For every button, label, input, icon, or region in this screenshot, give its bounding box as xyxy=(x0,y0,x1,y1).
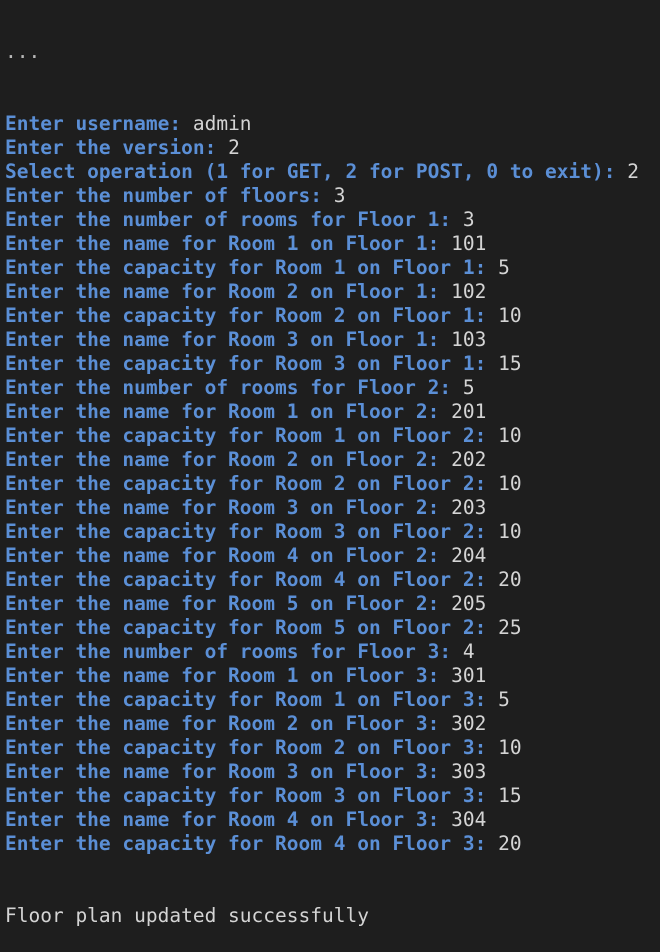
prompt-text: Enter username: xyxy=(5,112,193,135)
prompt-text: Enter the name for Room 3 on Floor 1: xyxy=(5,328,452,351)
prompt-text: Enter the name for Room 2 on Floor 2: xyxy=(5,448,452,471)
input-value: 10 xyxy=(498,520,522,543)
terminal-line: Enter the capacity for Room 3 on Floor 1… xyxy=(0,352,660,376)
terminal-lines: Enter username: admin Enter the version: … xyxy=(0,112,660,856)
prompt-text: Enter the name for Room 3 on Floor 2: xyxy=(5,496,452,519)
terminal-line: Enter the capacity for Room 2 on Floor 2… xyxy=(0,472,660,496)
input-value: 102 xyxy=(451,280,487,303)
prompt-text: Enter the capacity for Room 4 on Floor 2… xyxy=(5,568,499,591)
terminal-line: Enter the name for Room 3 on Floor 2: 20… xyxy=(0,496,660,520)
terminal-line: Enter the name for Room 1 on Floor 3: 30… xyxy=(0,664,660,688)
prompt-text: Enter the name for Room 2 on Floor 3: xyxy=(5,712,452,735)
prompt-text: Enter the capacity for Room 2 on Floor 2… xyxy=(5,472,499,495)
terminal-line: Enter the capacity for Room 1 on Floor 1… xyxy=(0,256,660,280)
terminal-line: Enter the name for Room 1 on Floor 1: 10… xyxy=(0,232,660,256)
terminal-line: Enter the number of rooms for Floor 3: 4 xyxy=(0,640,660,664)
input-value: 103 xyxy=(451,328,487,351)
terminal-line: Enter the name for Room 2 on Floor 1: 10… xyxy=(0,280,660,304)
input-value: 3 xyxy=(333,184,346,207)
prompt-text: Enter the capacity for Room 2 on Floor 1… xyxy=(5,304,499,327)
prompt-text: Enter the capacity for Room 2 on Floor 3… xyxy=(5,736,499,759)
terminal-line: Enter the number of floors: 3 xyxy=(0,184,660,208)
input-value: 5 xyxy=(462,376,475,399)
terminal-line: Enter the capacity for Room 4 on Floor 3… xyxy=(0,832,660,856)
prompt-text: Enter the name for Room 1 on Floor 1: xyxy=(5,232,452,255)
prompt-text: Enter the name for Room 5 on Floor 2: xyxy=(5,592,452,615)
prompt-text: Enter the number of rooms for Floor 1: xyxy=(5,208,463,231)
input-value: 5 xyxy=(498,688,510,711)
input-value: 10 xyxy=(498,472,522,495)
input-value: 2 xyxy=(627,160,639,183)
terminal-line: Enter the name for Room 4 on Floor 2: 20… xyxy=(0,544,660,568)
input-value: 20 xyxy=(498,832,522,855)
terminal-line: Enter the name for Room 5 on Floor 2: 20… xyxy=(0,592,660,616)
clipped-top-line: ... xyxy=(0,40,660,64)
terminal-line: Enter the capacity for Room 3 on Floor 2… xyxy=(0,520,660,544)
terminal-line: Enter the name for Room 1 on Floor 2: 20… xyxy=(0,400,660,424)
input-value: 15 xyxy=(498,784,522,807)
terminal-line: Enter the capacity for Room 2 on Floor 1… xyxy=(0,304,660,328)
input-value: 2 xyxy=(228,136,240,159)
prompt-text: Enter the name for Room 1 on Floor 3: xyxy=(5,664,452,687)
prompt-text: Enter the name for Room 3 on Floor 3: xyxy=(5,760,452,783)
terminal-line: Enter the capacity for Room 3 on Floor 3… xyxy=(0,784,660,808)
input-value: admin xyxy=(192,112,252,135)
input-value: 302 xyxy=(451,712,487,735)
prompt-text: Enter the name for Room 4 on Floor 2: xyxy=(5,544,452,567)
input-value: 201 xyxy=(451,400,487,423)
prompt-text: Enter the capacity for Room 1 on Floor 3… xyxy=(5,688,499,711)
prompt-text: Enter the capacity for Room 4 on Floor 3… xyxy=(5,832,499,855)
input-value: 203 xyxy=(451,496,487,519)
prompt-text: Enter the capacity for Room 5 on Floor 2… xyxy=(5,616,499,639)
prompt-text: Enter the name for Room 4 on Floor 3: xyxy=(5,808,452,831)
input-value: 10 xyxy=(498,304,522,327)
terminal-line: Enter the name for Room 3 on Floor 1: 10… xyxy=(0,328,660,352)
terminal-line: Enter the capacity for Room 1 on Floor 2… xyxy=(0,424,660,448)
terminal-line: Enter the number of rooms for Floor 2: 5 xyxy=(0,376,660,400)
input-value: 303 xyxy=(451,760,487,783)
terminal-line: Enter the capacity for Room 5 on Floor 2… xyxy=(0,616,660,640)
input-value: 20 xyxy=(498,568,522,591)
clipped-text: ... xyxy=(5,40,41,63)
input-value: 101 xyxy=(451,232,487,255)
terminal-line: Enter the name for Room 3 on Floor 3: 30… xyxy=(0,760,660,784)
terminal-line: Enter the name for Room 4 on Floor 3: 30… xyxy=(0,808,660,832)
prompt-text: Enter the capacity for Room 3 on Floor 1… xyxy=(5,352,499,375)
terminal-line: Enter the capacity for Room 1 on Floor 3… xyxy=(0,688,660,712)
success-message: Floor plan updated successfully xyxy=(5,904,369,927)
prompt-text: Enter the capacity for Room 1 on Floor 2… xyxy=(5,424,499,447)
prompt-text: Enter the capacity for Room 3 on Floor 2… xyxy=(5,520,499,543)
input-value: 304 xyxy=(451,808,487,831)
input-value: 10 xyxy=(498,424,522,447)
terminal-line: Enter username: admin xyxy=(0,112,660,136)
prompt-text: Enter the number of rooms for Floor 3: xyxy=(5,640,463,663)
terminal-line: Select operation (1 for GET, 2 for POST,… xyxy=(0,160,660,184)
input-value: 15 xyxy=(498,352,522,375)
input-value: 4 xyxy=(462,640,475,663)
prompt-text: Enter the version: xyxy=(5,136,229,159)
prompt-text: Enter the capacity for Room 1 on Floor 1… xyxy=(5,256,499,279)
prompt-text: Select operation (1 for GET, 2 for POST,… xyxy=(5,160,628,183)
input-value: 25 xyxy=(498,616,522,639)
prompt-text: Enter the number of floors: xyxy=(5,184,334,207)
input-value: 204 xyxy=(451,544,487,567)
input-value: 202 xyxy=(451,448,487,471)
terminal-line: Enter the number of rooms for Floor 1: 3 xyxy=(0,208,660,232)
success-message-line: Floor plan updated successfully xyxy=(0,904,660,928)
terminal-line: Enter the name for Room 2 on Floor 2: 20… xyxy=(0,448,660,472)
input-value: 301 xyxy=(451,664,487,687)
terminal-output[interactable]: ... Enter username: admin Enter the versi… xyxy=(0,0,660,952)
terminal-line: Enter the capacity for Room 2 on Floor 3… xyxy=(0,736,660,760)
input-value: 10 xyxy=(498,736,522,759)
terminal-line: Enter the name for Room 2 on Floor 3: 30… xyxy=(0,712,660,736)
prompt-text: Enter the capacity for Room 3 on Floor 3… xyxy=(5,784,499,807)
prompt-text: Enter the name for Room 2 on Floor 1: xyxy=(5,280,452,303)
input-value: 5 xyxy=(498,256,510,279)
prompt-text: Enter the number of rooms for Floor 2: xyxy=(5,376,463,399)
input-value: 205 xyxy=(451,592,487,615)
input-value: 3 xyxy=(462,208,475,231)
terminal-line: Enter the capacity for Room 4 on Floor 2… xyxy=(0,568,660,592)
prompt-text: Enter the name for Room 1 on Floor 2: xyxy=(5,400,452,423)
terminal-line: Enter the version: 2 xyxy=(0,136,660,160)
